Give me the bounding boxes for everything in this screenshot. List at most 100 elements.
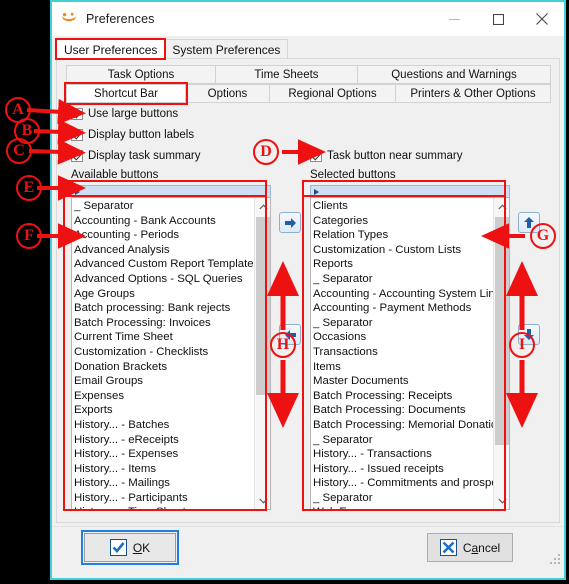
checkbox-display-button-labels[interactable]: Display button labels [71,129,194,141]
list-item[interactable]: Donation Brackets [74,360,254,375]
list-item[interactable]: Reports [313,257,493,272]
list-item[interactable]: Advanced Options - SQL Queries [74,272,254,287]
available-list-scrollbar[interactable] [254,198,270,509]
list-item[interactable]: Batch Processing: Invoices [74,316,254,331]
list-item[interactable]: Relation Types [313,228,493,243]
checkbox-use-large-buttons[interactable]: Use large buttons [71,108,178,120]
list-item[interactable]: Advanced Analysis [74,243,254,258]
checkbox-label: Display button labels [88,129,195,141]
list-item[interactable]: _ Separator [313,491,493,506]
tab-task-options[interactable]: Task Options [66,65,216,84]
annotation-label-i: I [509,332,535,358]
window-controls [432,2,564,36]
list-item[interactable]: Age Groups [74,287,254,302]
list-item[interactable]: Occasions [313,330,493,345]
list-item[interactable]: History... - Issued receipts [313,462,493,477]
annotation-label-g: G [530,223,556,249]
checkbox-label: Display task summary [88,150,201,162]
list-item[interactable]: Batch Processing: Receipts [313,389,493,404]
list-item[interactable]: Transactions [313,345,493,360]
selected-buttons-listbox[interactable]: Clients Categories Relation Types Customiza… [310,185,510,510]
list-item[interactable]: Accounting - Accounting System Links [313,287,493,302]
list-item[interactable]: Accounting - Periods [74,228,254,243]
maximize-button[interactable] [476,2,520,36]
checkbox-box[interactable] [71,108,83,120]
list-item[interactable]: Expenses [74,389,254,404]
list-item[interactable]: Clients [313,199,493,214]
list-item[interactable]: _ Separator [313,433,493,448]
list-item[interactable]: Advanced Custom Report Templates (A [74,257,254,272]
available-list-items[interactable]: _ Separator Accounting - Bank Accounts Acc… [72,198,254,509]
checkbox-box[interactable] [71,129,83,141]
preferences-panel: Task Options Time Sheets Questions and W… [56,58,560,523]
resize-grip[interactable] [549,552,561,564]
tab-time-sheets[interactable]: Time Sheets [215,65,358,84]
list-item[interactable]: History... - Mailings [74,476,254,491]
checkbox-box[interactable] [310,150,322,162]
list-item[interactable]: History... - Commitments and prospecti [313,476,493,491]
list-item[interactable]: Exports [74,403,254,418]
window-title: Preferences [86,12,155,26]
list-item[interactable]: Categories [313,214,493,229]
checkbox-box[interactable] [71,150,83,162]
selected-list-body[interactable]: Clients Categories Relation Types Customiza… [310,198,510,510]
list-item[interactable]: Accounting - Bank Accounts [74,214,254,229]
list-item[interactable]: History... - Participants [74,491,254,506]
available-list-body[interactable]: _ Separator Accounting - Bank Accounts Acc… [71,198,271,510]
list-item[interactable]: Customization - Checklists [74,345,254,360]
list-item[interactable]: History... - Expenses [74,447,254,462]
ok-button-label: OK [132,540,151,555]
move-right-button[interactable] [279,212,301,233]
list-item[interactable]: History... - Batches [74,418,254,433]
tab-shortcut-bar[interactable]: Shortcut Bar [64,82,188,105]
list-item[interactable]: _ Separator [74,199,254,214]
checkbox-display-task-summary[interactable]: Display task summary [71,150,200,162]
list-item[interactable]: Current Time Sheet [74,330,254,345]
list-item[interactable]: History... - Time Sheets [74,505,254,509]
tab-questions-and-warnings[interactable]: Questions and Warnings [357,65,551,84]
scroll-up-icon[interactable] [255,198,270,215]
tab-printers-other-options[interactable]: Printers & Other Options [395,84,551,103]
scroll-up-icon[interactable] [494,198,509,215]
scroll-down-icon[interactable] [494,492,509,509]
available-scroll-thumb[interactable] [256,217,270,395]
selected-list-header[interactable] [310,185,510,198]
cancel-button[interactable]: Cancel [427,533,513,562]
tab-user-preferences[interactable]: User Preferences [54,38,167,60]
list-item[interactable]: History... - Transactions [313,447,493,462]
list-item[interactable]: Master Documents [313,374,493,389]
list-item[interactable]: _ Separator [313,272,493,287]
list-item[interactable]: History... - Items [74,462,254,477]
inner-tabstrip: Task Options Time Sheets Questions and W… [64,65,551,105]
preferences-window: Preferences User Preferences System Pref… [50,0,566,580]
available-buttons-listbox[interactable]: _ Separator Accounting - Bank Accounts Acc… [71,185,271,510]
app-swoosh-icon [60,10,78,28]
ok-button[interactable]: OK [81,530,179,565]
list-item[interactable]: _ Separator [313,316,493,331]
list-item[interactable]: Web Forms [313,505,493,509]
tab-system-preferences[interactable]: System Preferences [164,39,289,59]
selected-list-scrollbar[interactable] [493,198,509,509]
x-mark-icon [439,539,457,556]
selected-list-items[interactable]: Clients Categories Relation Types Customiza… [311,198,493,509]
tab-regional-options[interactable]: Regional Options [269,84,396,103]
list-item[interactable]: Accounting - Payment Methods [313,301,493,316]
list-item[interactable]: Batch Processing: Memorial Donations [313,418,493,433]
close-button[interactable] [520,2,564,36]
list-item[interactable]: History... - eReceipts [74,433,254,448]
list-item[interactable]: Batch Processing: Documents [313,403,493,418]
minimize-button[interactable] [432,2,476,36]
tab-options[interactable]: Options [185,84,270,103]
available-list-header[interactable] [71,185,271,198]
selected-scroll-thumb[interactable] [495,217,509,445]
checkbox-task-button-near-summary[interactable]: Task button near summary [310,150,463,162]
scroll-down-icon[interactable] [255,492,270,509]
annotation-label-f: F [16,223,42,249]
available-buttons-caption: Available buttons [71,169,159,181]
list-item[interactable]: Items [313,360,493,375]
list-item[interactable]: Customization - Custom Lists [313,243,493,258]
list-item[interactable]: Email Groups [74,374,254,389]
list-item[interactable]: Batch processing: Bank rejects [74,301,254,316]
screenshot-root: Preferences User Preferences System Pref… [0,0,569,584]
window-titlebar[interactable]: Preferences [52,2,564,36]
